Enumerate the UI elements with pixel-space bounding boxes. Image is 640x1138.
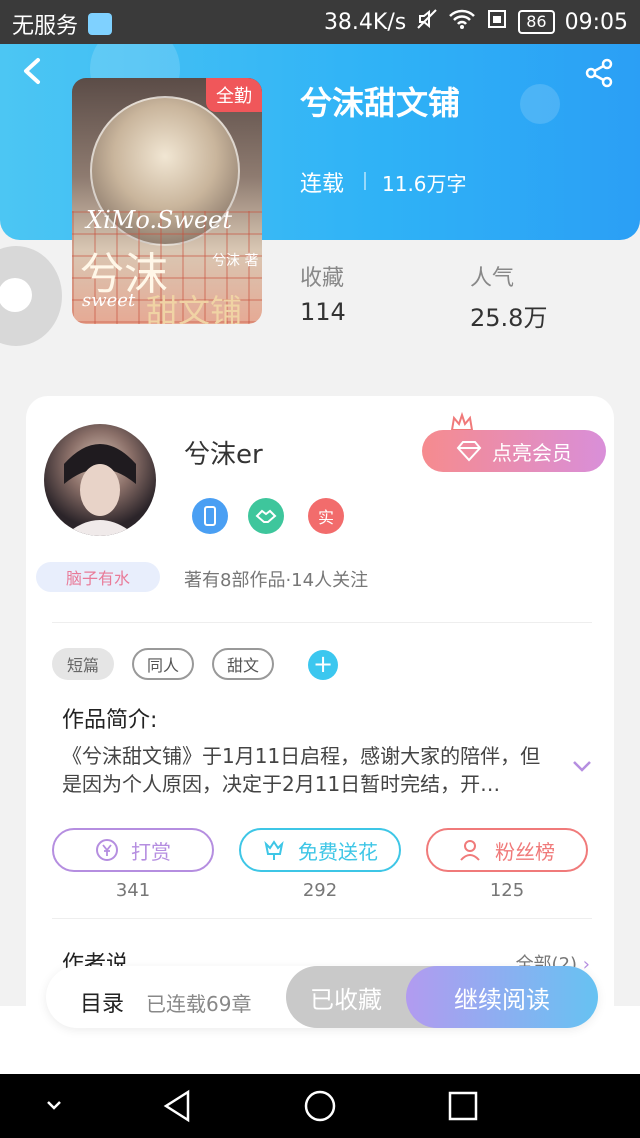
add-tag-button[interactable]: + (308, 650, 338, 680)
intro-text[interactable]: 《兮沫甜文铺》于1月11日启程，感谢大家的陪伴，但是因为个人原因，决定于2月11… (62, 742, 552, 798)
fan-ranking-button[interactable]: 粉丝榜 (426, 828, 588, 872)
status-bar: 无服务 38.4K/s 86 09:05 (0, 0, 640, 44)
cover-script-text: XiMo.Sweet (86, 206, 233, 234)
tip-button[interactable]: 打赏 (52, 828, 214, 872)
square-recents-icon (448, 1091, 478, 1121)
avatar[interactable] (44, 424, 156, 536)
flower-count: 292 (302, 880, 338, 901)
carrier-text: 无服务 (12, 14, 79, 39)
yen-coin-icon (96, 839, 118, 861)
share-icon (585, 58, 613, 88)
triangle-back-icon (163, 1089, 190, 1123)
fan-count: 125 (489, 880, 525, 901)
share-button[interactable] (584, 58, 616, 90)
hide-nav-button[interactable] (34, 1088, 74, 1124)
tag-fanfic[interactable]: 同人 (132, 648, 194, 680)
cover-subtitle: 兮沫 著 (212, 253, 259, 269)
app-notification-icon (88, 13, 113, 35)
diamond-icon (456, 441, 482, 462)
chapter-count[interactable]: 已连载69章 (146, 988, 251, 1017)
status-divider (364, 172, 366, 190)
home-nav-button[interactable] (300, 1088, 340, 1124)
crown-icon (450, 412, 474, 431)
author-tagline-badge: 脑子有水 (36, 562, 160, 592)
chevron-down-icon[interactable] (570, 756, 594, 776)
sim-icon (486, 8, 508, 36)
network-speed: 38.4K/s (323, 9, 407, 35)
popularity-value: 25.8万 (470, 304, 548, 332)
chevron-left-icon (24, 58, 40, 84)
tag-sweet[interactable]: 甜文 (212, 648, 274, 680)
wifi-icon (448, 8, 476, 36)
clock: 09:05 (564, 9, 628, 35)
book-cover[interactable]: XiMo.Sweet 兮沫 兮沫 著 sweet 甜文铺 全勤 (72, 78, 262, 324)
back-nav-button[interactable] (158, 1088, 198, 1124)
intro-heading: 作品简介: (62, 708, 158, 733)
user-icon (460, 840, 480, 861)
continue-reading-button[interactable]: 继续阅读 (406, 966, 598, 1028)
fan-ranking-label: 粉丝榜 (495, 839, 555, 864)
continue-reading-label: 继续阅读 (454, 985, 550, 1014)
author-meta: 著有8部作品·14人关注 (184, 570, 369, 591)
word-count: 11.6万字 (382, 172, 467, 196)
back-button[interactable] (20, 56, 56, 92)
divider (52, 622, 592, 623)
circle-home-icon (304, 1090, 336, 1122)
divider (52, 918, 592, 919)
mute-icon (416, 8, 438, 36)
send-flower-button[interactable]: 免费送花 (239, 828, 401, 872)
full-attendance-badge: 全勤 (206, 78, 262, 112)
system-nav-bar (0, 1074, 640, 1138)
recents-nav-button[interactable] (442, 1088, 482, 1124)
cover-small-text: sweet (82, 290, 136, 311)
book-title: 兮沫甜文铺 (300, 84, 461, 122)
tag-short-story[interactable]: 短篇 (52, 648, 114, 680)
floating-disc[interactable] (0, 246, 62, 346)
flower-icon (264, 840, 284, 860)
send-flower-label: 免费送花 (298, 839, 378, 864)
chevron-down-icon (47, 1101, 61, 1110)
favorites-label: 收藏 (300, 266, 345, 291)
favorites-value: 114 (300, 298, 346, 326)
author-name[interactable]: 兮沫er (184, 434, 263, 471)
real-name-badge[interactable]: 实 (308, 498, 344, 534)
tip-button-label: 打赏 (131, 839, 171, 864)
popularity-label: 人气 (470, 266, 515, 291)
toc-button[interactable]: 目录 (80, 986, 124, 1018)
cover-title-line2: 甜文铺 (146, 292, 243, 324)
phone-verified-icon[interactable] (192, 498, 228, 534)
handshake-icon[interactable] (248, 498, 284, 534)
tip-count: 341 (115, 880, 151, 901)
vip-button-label: 点亮会员 (492, 440, 572, 465)
vip-button[interactable]: 点亮会员 (422, 430, 606, 472)
collected-button-label: 已收藏 (310, 985, 382, 1014)
battery-indicator: 86 (518, 10, 555, 34)
serial-status: 连载 (300, 172, 345, 197)
decor-bubble (520, 84, 560, 124)
avatar-portrait (64, 444, 136, 536)
